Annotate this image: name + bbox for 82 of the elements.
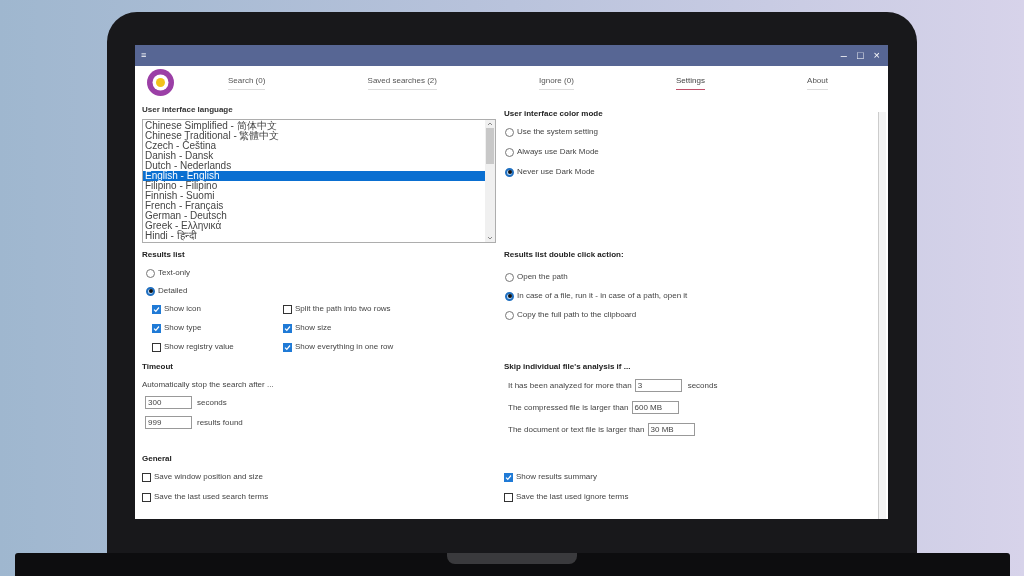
tab[interactable]: Settings — [676, 74, 705, 90]
text-field[interactable]: 3 — [634, 379, 682, 392]
radio-label: Open the path — [517, 271, 568, 283]
maximize-button[interactable]: □ — [856, 50, 864, 61]
text-field[interactable]: 300 — [145, 396, 192, 409]
radio-button[interactable] — [146, 268, 155, 278]
checkbox-label: Show type — [164, 322, 202, 334]
section-heading: User interface language — [142, 104, 234, 116]
tab[interactable]: Search (0) — [228, 74, 266, 90]
scrollbar-thumb[interactable] — [486, 128, 494, 164]
checkbox[interactable] — [283, 304, 292, 314]
description-text: Automatically stop the search after ... — [142, 379, 275, 391]
list-item[interactable]: Hindi - हिन्दी — [143, 231, 485, 241]
section-heading: Timeout — [142, 361, 174, 373]
checkbox-label: Split the path into two rows — [295, 303, 391, 315]
unit-label: seconds — [687, 379, 718, 392]
radio-button[interactable] — [505, 147, 514, 157]
minimize-button[interactable]: – — [840, 50, 847, 61]
checkbox-label: Show everything in one row — [295, 341, 394, 353]
radio-label: Never use Dark Mode — [517, 166, 595, 178]
radio-button[interactable] — [505, 127, 514, 137]
radio-button[interactable] — [505, 291, 514, 301]
field-label: The compressed file is larger than — [508, 401, 629, 414]
radio-button[interactable] — [146, 286, 155, 296]
list-item[interactable]: Dutch - Nederlands — [143, 161, 485, 171]
section-heading: Results list — [142, 249, 186, 261]
text-field[interactable]: 600 MB — [631, 401, 679, 414]
radio-label: Detailed — [158, 285, 188, 297]
field-label: It has been analyzed for more than — [508, 379, 632, 392]
radio-label: Copy the full path to the clipboard — [517, 309, 637, 321]
tab[interactable]: About — [807, 74, 828, 90]
close-button[interactable]: × — [873, 50, 880, 61]
unit-label: seconds — [197, 396, 227, 409]
radio-label: In case of a file, run it - in case of a path, open it — [517, 290, 688, 302]
section-heading: Results list double click action: — [504, 249, 625, 261]
list-item[interactable]: French - Français — [143, 201, 485, 211]
checkbox[interactable] — [152, 323, 161, 333]
list-item[interactable]: Filipino - Filipino — [143, 181, 485, 191]
scrollbar[interactable] — [485, 120, 495, 242]
checkbox-label: Show registry value — [164, 341, 234, 353]
list-item[interactable]: Czech - Čeština — [143, 141, 485, 151]
radio-label: Always use Dark Mode — [517, 146, 599, 158]
unit-label: results found — [197, 416, 243, 429]
list-item[interactable]: English - English — [143, 171, 485, 181]
checkbox-label: Save the last used search terms — [154, 491, 269, 503]
checkbox[interactable] — [504, 472, 513, 482]
checkbox[interactable] — [504, 492, 513, 502]
checkbox[interactable] — [283, 323, 292, 333]
list-item[interactable]: German - Deutsch — [143, 211, 485, 221]
radio-label: Text-only — [158, 267, 190, 279]
radio-label: Use the system setting — [517, 126, 598, 138]
checkbox[interactable] — [283, 342, 292, 352]
checkbox[interactable] — [152, 304, 161, 314]
checkbox[interactable] — [142, 472, 151, 482]
section-heading: User interface color mode — [504, 108, 604, 120]
checkbox[interactable] — [142, 492, 151, 502]
radio-button[interactable] — [505, 310, 514, 320]
checkbox-label: Save the last used ignore terms — [516, 491, 629, 503]
list-item[interactable]: Chinese Simplified - 简体中文 — [143, 121, 485, 131]
checkbox[interactable] — [152, 342, 161, 352]
checkbox-label: Show results summary — [516, 471, 597, 483]
checkbox-label: Show size — [295, 322, 332, 334]
text-field[interactable]: 30 MB — [647, 423, 695, 436]
app-logo-icon — [147, 68, 174, 96]
list-item[interactable]: Greek - Ελληνικά — [143, 221, 485, 231]
scrollbar[interactable] — [878, 112, 886, 519]
language-list[interactable] — [142, 119, 496, 243]
tab[interactable]: Saved searches (2) — [367, 74, 437, 90]
list-item[interactable]: Finnish - Suomi — [143, 191, 485, 201]
radio-button[interactable] — [505, 167, 514, 177]
radio-button[interactable] — [505, 272, 514, 282]
scroll-up-icon[interactable] — [487, 120, 493, 128]
checkbox-label: Show icon — [164, 303, 201, 315]
field-label: The document or text file is larger than — [508, 423, 645, 436]
text-field[interactable]: 999 — [145, 416, 192, 429]
section-heading: Skip individual file's analysis if ... — [504, 361, 632, 373]
tab[interactable]: Ignore (0) — [539, 74, 574, 90]
scroll-down-icon[interactable] — [487, 234, 493, 242]
menu-icon[interactable]: ≡ — [141, 51, 147, 60]
checkbox-label: Save window position and size — [154, 471, 263, 483]
list-item[interactable]: Danish - Dansk — [143, 151, 485, 161]
section-heading: General — [142, 453, 173, 465]
